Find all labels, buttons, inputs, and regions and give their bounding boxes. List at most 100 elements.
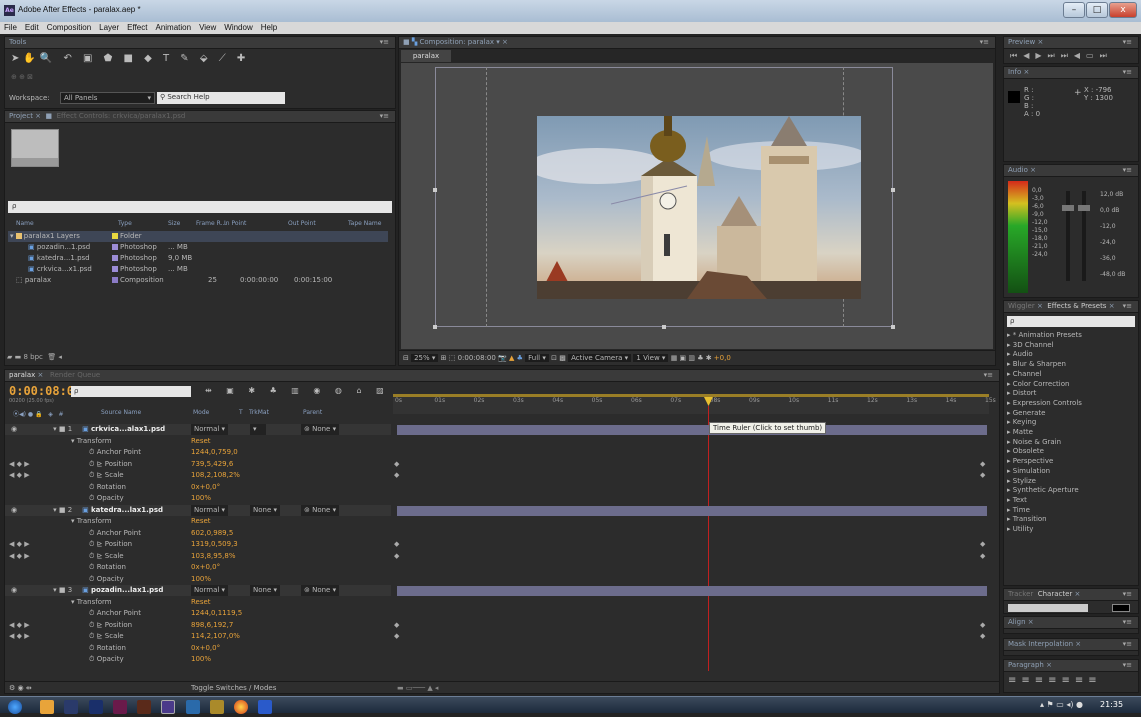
parent-select[interactable]: ⊚ None ▾ bbox=[301, 424, 340, 435]
effect-category[interactable]: ▸ Utility bbox=[1007, 525, 1129, 535]
eye-icon[interactable]: ◉ bbox=[11, 425, 17, 433]
stopwatch-icon[interactable]: ⏱ bbox=[89, 575, 97, 583]
illustrator-icon[interactable] bbox=[137, 700, 152, 714]
tab-timeline-paralax[interactable]: paralax bbox=[9, 371, 35, 379]
effect-category[interactable]: ▸ Color Correction bbox=[1007, 380, 1129, 390]
effect-category[interactable]: ▸ Distort bbox=[1007, 389, 1129, 399]
project-search-input[interactable]: ρ bbox=[8, 201, 392, 213]
property-row[interactable]: ◀ ◆ ▶ ⏱ ⊵ Scale 114,2,107,0% bbox=[5, 631, 391, 642]
stopwatch-icon[interactable]: ⏱ bbox=[89, 655, 97, 663]
effect-category[interactable]: ▸ Perspective bbox=[1007, 457, 1129, 467]
transform-handle[interactable] bbox=[891, 188, 895, 192]
keyframe[interactable]: ◆ bbox=[980, 552, 985, 560]
layer-row[interactable]: ◉ ▾ ■ 1 ▣ crkvica...alax1.psd Normal ▾ ▾ ⊚ N… bbox=[5, 424, 391, 435]
keyframe-nav-icon[interactable]: ◀ ◆ ▶ bbox=[9, 631, 30, 642]
property-value[interactable]: 103,8,95,8% bbox=[191, 551, 236, 562]
stopwatch-icon[interactable]: ⏱ ⊵ bbox=[89, 471, 105, 479]
layer-name[interactable]: katedra...lax1.psd bbox=[91, 506, 163, 514]
audio-slider-thumb[interactable] bbox=[1062, 205, 1074, 211]
region-of-interest-icon[interactable]: ⊡ ▩ bbox=[551, 354, 568, 362]
reset-link[interactable]: Reset bbox=[191, 597, 211, 608]
property-row[interactable]: ⏱ Rotation 0x+0,0° bbox=[5, 562, 391, 573]
minimize-button[interactable]: – bbox=[1063, 2, 1085, 18]
keyframe[interactable]: ◆ bbox=[394, 471, 399, 479]
effect-category[interactable]: ▸ Audio bbox=[1007, 350, 1129, 360]
keyframe[interactable]: ◆ bbox=[394, 632, 399, 640]
keyframe[interactable]: ◆ bbox=[394, 552, 399, 560]
after-effects-icon[interactable] bbox=[161, 700, 176, 714]
property-value[interactable]: 100% bbox=[191, 574, 211, 585]
property-row[interactable]: ◀ ◆ ▶ ⏱ ⊵ Scale 108,2,108,2% bbox=[5, 470, 391, 481]
view-options-icon[interactable]: ▦ ▣ ▥ ♣ ✱ bbox=[671, 354, 714, 362]
property-row[interactable]: ⏱ Opacity 100% bbox=[5, 574, 391, 585]
menu-effect[interactable]: Effect bbox=[123, 22, 151, 32]
reset-link[interactable]: Reset bbox=[191, 516, 211, 527]
lightroom-icon[interactable] bbox=[64, 700, 79, 714]
indesign-icon[interactable] bbox=[112, 700, 127, 714]
tab-info[interactable]: Info bbox=[1008, 68, 1021, 76]
comp-subtab[interactable]: paralax bbox=[401, 50, 451, 62]
keyframe[interactable]: ◆ bbox=[980, 540, 985, 548]
comp-timecode[interactable]: 0:00:08:00 bbox=[458, 354, 496, 362]
property-value[interactable]: 100% bbox=[191, 654, 211, 665]
stopwatch-icon[interactable]: ⏱ bbox=[89, 494, 97, 502]
keyframe[interactable]: ◆ bbox=[394, 621, 399, 629]
layer-name[interactable]: crkvica...alax1.psd bbox=[91, 425, 165, 433]
menu-edit[interactable]: Edit bbox=[21, 22, 43, 32]
playback-controls[interactable]: ⏮◀▶⏭⏭◀▭⏭ bbox=[1010, 51, 1113, 61]
explorer-icon[interactable] bbox=[40, 700, 55, 714]
menu-composition[interactable]: Composition bbox=[43, 22, 95, 32]
layer-duration-bar[interactable] bbox=[397, 586, 987, 596]
property-row[interactable]: ◀ ◆ ▶ ⏱ ⊵ Scale 103,8,95,8% bbox=[5, 551, 391, 562]
layer-mode-select[interactable]: Normal ▾ bbox=[191, 424, 229, 435]
property-value[interactable]: 898,6,192,7 bbox=[191, 620, 233, 631]
property-row[interactable]: ⏱ Anchor Point 1244,0,1119,5 bbox=[5, 608, 391, 619]
effect-category[interactable]: ▸ Time bbox=[1007, 506, 1129, 516]
property-value[interactable]: 602,0,989,5 bbox=[191, 528, 233, 539]
maximize-button[interactable]: □ bbox=[1086, 2, 1108, 18]
layer-name[interactable]: pozadin...lax1.psd bbox=[91, 586, 163, 594]
keyframe[interactable]: ◆ bbox=[394, 540, 399, 548]
property-row[interactable]: ⏱ Anchor Point 1244,0,759,0 bbox=[5, 447, 391, 458]
property-value[interactable]: 0x+0,0° bbox=[191, 643, 220, 654]
layer-duration-bar[interactable] bbox=[397, 505, 987, 516]
keyframe-nav-icon[interactable]: ◀ ◆ ▶ bbox=[9, 470, 30, 481]
menu-file[interactable]: File bbox=[0, 22, 21, 32]
effect-category[interactable]: ▸ Keying bbox=[1007, 418, 1129, 428]
property-value[interactable]: 1244,0,1119,5 bbox=[191, 608, 242, 619]
layer-row[interactable]: ◉ ▾ ■ 3 ▣ pozadin...lax1.psd Normal ▾ None ▾… bbox=[5, 585, 391, 596]
transform-handle[interactable] bbox=[891, 325, 895, 329]
resolution-select[interactable]: Full ▾ bbox=[525, 354, 549, 362]
tab-render-queue[interactable]: Render Queue bbox=[50, 371, 100, 379]
stopwatch-icon[interactable]: ⏱ ⊵ bbox=[89, 621, 105, 629]
footer-icons[interactable]: ⚙ ◉ ⇹ bbox=[9, 684, 32, 692]
stopwatch-icon[interactable]: ⏱ bbox=[89, 529, 97, 537]
menu-window[interactable]: Window bbox=[220, 22, 256, 32]
property-row[interactable]: ⏱ Rotation 0x+0,0° bbox=[5, 482, 391, 493]
layer-row[interactable]: ◉ ▾ ■ 2 ▣ katedra...lax1.psd Normal ▾ None ▾… bbox=[5, 504, 391, 516]
tab-project[interactable]: Project bbox=[9, 112, 33, 120]
list-item[interactable]: ▣ crkvica...x1.psd Photoshop... MB bbox=[8, 264, 388, 275]
tab-effect-controls[interactable]: Effect Controls: crkvica/paralax1.psd bbox=[57, 112, 186, 120]
effect-category[interactable]: ▸ Synthetic Aperture bbox=[1007, 486, 1129, 496]
keyframe[interactable]: ◆ bbox=[980, 621, 985, 629]
tab-tracker[interactable]: Tracker bbox=[1008, 590, 1033, 598]
effect-category[interactable]: ▸ 3D Channel bbox=[1007, 341, 1129, 351]
camera-select[interactable]: Active Camera ▾ bbox=[568, 354, 632, 362]
property-row[interactable]: ◀ ◆ ▶ ⏱ ⊵ Position 898,6,192,7 bbox=[5, 620, 391, 631]
transform-handle[interactable] bbox=[662, 325, 666, 329]
parent-select[interactable]: ⊚ None ▾ bbox=[301, 585, 340, 596]
trkmat-select[interactable]: None ▾ bbox=[250, 504, 281, 516]
effect-category[interactable]: ▸ Obsolete bbox=[1007, 447, 1129, 457]
tray-icons[interactable]: ▴ ⚑ ▭ ◂) ● bbox=[1040, 700, 1083, 709]
property-value[interactable]: 1319,0,509,3 bbox=[191, 539, 238, 550]
tab-character[interactable]: Character bbox=[1038, 590, 1073, 598]
layer-mode-select[interactable]: Normal ▾ bbox=[191, 504, 229, 516]
always-preview-icon[interactable]: ⊟ bbox=[403, 354, 411, 362]
layer-mode-select[interactable]: Normal ▾ bbox=[191, 585, 229, 596]
zoom-slider[interactable]: ▬ ▭─── ▲ ◂ bbox=[397, 682, 457, 694]
effect-category[interactable]: ▸ * Animation Presets bbox=[1007, 331, 1129, 341]
paragraph-align-icons[interactable]: ≡≡≡≡≡≡≡ bbox=[1008, 675, 1102, 686]
search-help-input[interactable]: ⚲ Search Help bbox=[157, 92, 285, 104]
close-button[interactable]: x bbox=[1109, 2, 1137, 18]
